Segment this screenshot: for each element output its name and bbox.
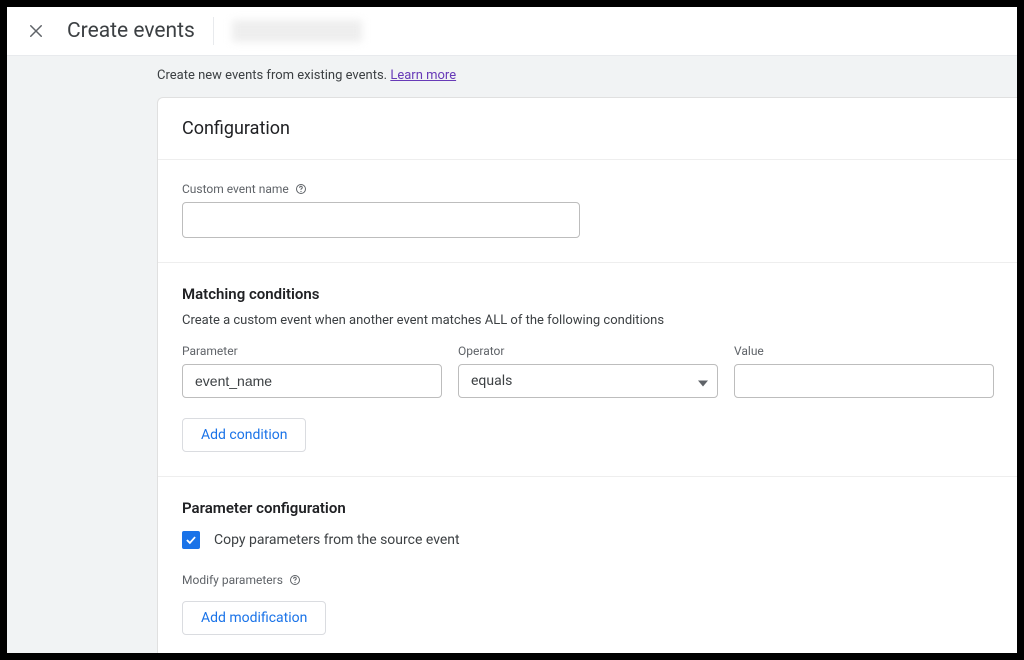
help-icon[interactable] [289, 574, 301, 586]
description-text: Create new events from existing events. [157, 68, 390, 83]
close-button[interactable] [23, 18, 49, 44]
configuration-card: Configuration Custom event name Matching… [157, 97, 1017, 653]
condition-row: Parameter Operator equals [182, 344, 993, 398]
value-label: Value [734, 344, 994, 358]
add-condition-button[interactable]: Add condition [182, 418, 306, 452]
operator-field: Operator equals [458, 344, 718, 398]
modify-parameters-text: Modify parameters [182, 573, 283, 587]
parameter-label: Parameter [182, 344, 442, 358]
operator-value: equals [471, 373, 512, 389]
header-context-blur [232, 20, 362, 42]
configuration-title: Configuration [182, 118, 993, 139]
header-divider [213, 17, 214, 45]
close-icon [27, 22, 45, 40]
operator-select[interactable]: equals [458, 364, 718, 398]
custom-event-section: Custom event name [158, 160, 1017, 263]
operator-select-wrapper: equals [458, 364, 718, 398]
copy-parameters-checkbox[interactable] [182, 531, 200, 549]
check-icon [184, 533, 198, 547]
matching-conditions-title: Matching conditions [182, 285, 993, 303]
help-icon[interactable] [295, 183, 307, 195]
app-frame: Create events Create new events from exi… [7, 7, 1017, 653]
header-bar: Create events [7, 7, 1017, 56]
add-modification-button[interactable]: Add modification [182, 601, 326, 635]
parameter-field: Parameter [182, 344, 442, 398]
parameter-input[interactable] [182, 364, 442, 398]
value-field: Value [734, 344, 994, 398]
description-bar: Create new events from existing events. … [7, 56, 1017, 97]
value-input[interactable] [734, 364, 994, 398]
custom-event-name-input[interactable] [182, 202, 580, 238]
parameter-configuration-title: Parameter configuration [182, 499, 993, 517]
operator-label: Operator [458, 344, 718, 358]
card-header: Configuration [158, 98, 1017, 160]
matching-conditions-section: Matching conditions Create a custom even… [158, 263, 1017, 477]
body-area: Create new events from existing events. … [7, 56, 1017, 653]
learn-more-link[interactable]: Learn more [390, 68, 456, 83]
copy-parameters-row: Copy parameters from the source event [182, 531, 993, 549]
copy-parameters-label: Copy parameters from the source event [214, 532, 460, 548]
parameter-configuration-section: Parameter configuration Copy parameters … [158, 477, 1017, 653]
custom-event-label-text: Custom event name [182, 182, 289, 196]
page-title: Create events [67, 19, 195, 43]
modify-parameters-label: Modify parameters [182, 573, 993, 587]
custom-event-label: Custom event name [182, 182, 993, 196]
matching-conditions-subtitle: Create a custom event when another event… [182, 313, 993, 328]
